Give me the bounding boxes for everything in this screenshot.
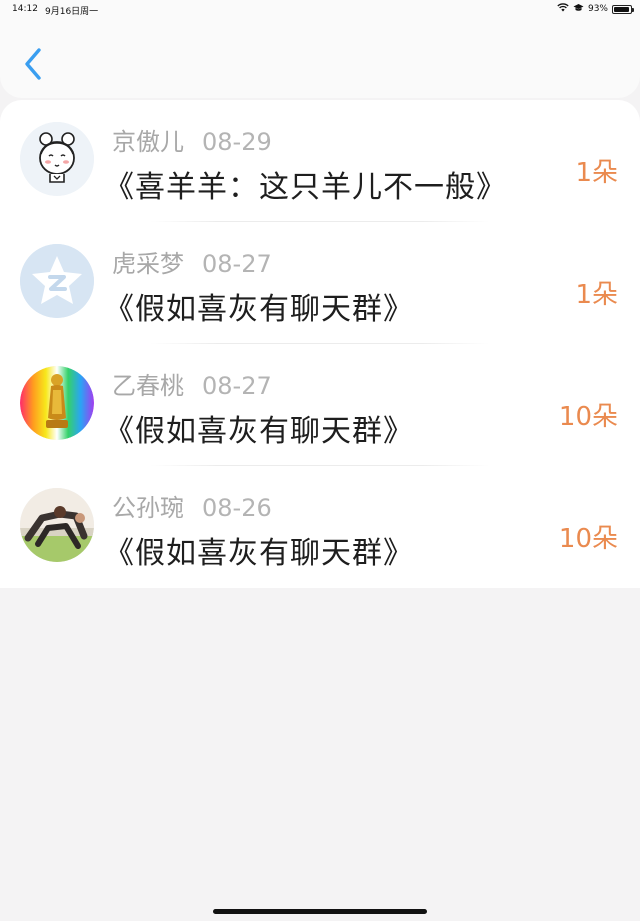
flower-count: 1朵 <box>575 158 618 188</box>
user-name: 京傲儿 <box>112 128 184 156</box>
status-time: 14:12 <box>12 4 38 14</box>
battery-fill <box>614 6 629 12</box>
avatar <box>20 366 94 440</box>
post-title[interactable]: 《假如喜灰有聊天群》 <box>104 284 414 328</box>
post-date: 08-27 <box>202 372 272 400</box>
user-line: 乙春桃 08-27 <box>112 366 272 401</box>
back-button[interactable] <box>16 44 50 84</box>
user-line: 虎采梦 08-27 <box>112 244 272 279</box>
home-indicator[interactable] <box>213 909 427 914</box>
reward-list: 京傲儿 08-29 《喜羊羊：这只羊儿不一般》 1朵 虎采梦 08-27 《假如… <box>0 100 640 588</box>
list-item[interactable]: 京傲儿 08-29 《喜羊羊：这只羊儿不一般》 1朵 <box>0 100 640 222</box>
screen: 14:12 9月16日周一 93% 京傲儿 08-29 《喜羊羊：这只羊儿不一般… <box>0 0 640 921</box>
flower-count: 1朵 <box>575 280 618 310</box>
yoga-photo-avatar-icon <box>20 488 94 562</box>
post-date: 08-29 <box>202 128 272 156</box>
user-name: 乙春桃 <box>112 372 184 400</box>
wifi-icon <box>557 3 569 15</box>
avatar <box>20 244 94 318</box>
chevron-left-icon <box>25 48 41 80</box>
battery-icon <box>612 4 634 14</box>
graduation-cap-icon <box>573 3 584 15</box>
list-item[interactable]: 乙春桃 08-27 《假如喜灰有聊天群》 10朵 <box>0 344 640 466</box>
qq-default-avatar-icon <box>20 244 94 318</box>
user-name: 公孙琬 <box>112 494 184 522</box>
user-line: 京傲儿 08-29 <box>112 122 272 157</box>
post-title[interactable]: 《假如喜灰有聊天群》 <box>104 406 414 450</box>
post-title[interactable]: 《喜羊羊：这只羊儿不一般》 <box>104 162 507 206</box>
battery-percent: 93% <box>587 4 608 14</box>
flower-count: 10朵 <box>558 402 618 432</box>
avatar <box>20 488 94 562</box>
post-date: 08-27 <box>202 250 272 278</box>
list-item[interactable]: 公孙琬 08-26 《假如喜灰有聊天群》 10朵 <box>0 466 640 588</box>
status-bar: 14:12 9月16日周一 93% <box>0 0 640 20</box>
flower-count: 10朵 <box>558 524 618 554</box>
cartoon-girl-avatar-icon <box>20 122 94 196</box>
post-date: 08-26 <box>202 494 272 522</box>
user-name: 虎采梦 <box>112 250 184 278</box>
user-line: 公孙琬 08-26 <box>112 488 272 523</box>
list-item[interactable]: 虎采梦 08-27 《假如喜灰有聊天群》 1朵 <box>0 222 640 344</box>
buddha-rainbow-avatar-icon <box>20 366 94 440</box>
status-right: 93% <box>557 3 634 15</box>
status-date: 9月16日周一 <box>45 7 99 17</box>
nav-bar <box>0 20 640 98</box>
post-title[interactable]: 《假如喜灰有聊天群》 <box>104 528 414 572</box>
avatar <box>20 122 94 196</box>
